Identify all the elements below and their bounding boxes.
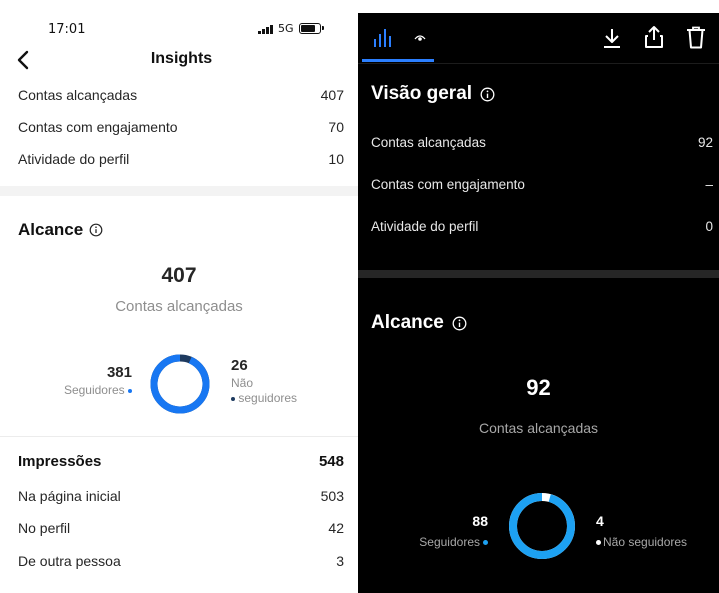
impressions-row-profile: No perfil 42 <box>18 520 344 536</box>
info-icon[interactable] <box>89 223 103 237</box>
divider <box>0 436 358 437</box>
signal-icon <box>258 24 273 34</box>
row-value: 3 <box>336 553 344 569</box>
section-divider <box>0 186 358 196</box>
row-value: 407 <box>320 87 344 103</box>
download-icon[interactable] <box>602 27 622 49</box>
row-value: 42 <box>328 520 344 536</box>
followers-label: Seguidores <box>398 535 488 549</box>
row-value: 92 <box>697 135 713 150</box>
info-icon[interactable] <box>452 316 467 331</box>
row-label: No perfil <box>18 520 71 536</box>
status-icons: 5G <box>258 22 324 35</box>
page-title: Insights <box>150 50 213 67</box>
top-toolbar <box>358 13 719 65</box>
non-followers-dot-icon <box>596 540 601 546</box>
reach-section-title: Alcance <box>371 312 467 334</box>
battery-icon <box>298 23 324 34</box>
nav-bar: Insights <box>0 44 358 76</box>
section-divider <box>358 270 719 278</box>
row-label: Na página inicial <box>18 488 121 504</box>
overview-row-reached[interactable]: Contas alcançadas 407 <box>18 87 344 103</box>
row-value: – <box>705 177 713 192</box>
share-icon[interactable] <box>644 25 664 49</box>
status-time: 17:01 <box>48 22 86 37</box>
info-icon[interactable] <box>480 87 495 102</box>
followers-dot-icon <box>483 540 488 546</box>
right-dark-insights-screen: Visão geral Contas alcançadas 92 Contas … <box>358 13 719 593</box>
row-label: Contas alcançadas <box>18 87 138 103</box>
row-value: 503 <box>320 488 344 504</box>
active-tab-indicator <box>362 59 434 62</box>
reach-title-text: Alcance <box>371 312 444 333</box>
overview-row-engaged[interactable]: Contas com engajamento – <box>371 177 713 192</box>
non-followers-label: Não seguidores <box>231 376 331 406</box>
overview-row-engaged[interactable]: Contas com engajamento 70 <box>18 119 344 135</box>
status-bar: 17:01 5G <box>0 0 358 40</box>
row-label: Atividade do perfil <box>18 151 130 167</box>
reach-total-label: Contas alcançadas <box>115 298 243 315</box>
non-followers-dot-icon <box>231 396 235 401</box>
donut-followers-arc <box>150 354 210 414</box>
overview-row-profile-activity[interactable]: Atividade do perfil 10 <box>18 151 344 167</box>
reach-section-title: Alcance <box>18 220 103 240</box>
network-label: 5G <box>278 22 294 35</box>
overview-title-text: Visão geral <box>371 83 473 104</box>
reach-title-text: Alcance <box>18 220 84 239</box>
donut-followers-arc <box>509 493 575 559</box>
followers-value: 88 <box>472 513 488 529</box>
overview-row-reached[interactable]: Contas alcançadas 92 <box>371 135 713 150</box>
left-light-insights-screen: 17:01 5G Insights Contas alcançadas 407 … <box>0 0 358 593</box>
followers-label-text: Seguidores <box>419 535 480 549</box>
followers-dot-icon <box>128 388 132 393</box>
row-label: De outra pessoa <box>18 553 121 569</box>
followers-label: Seguidores <box>30 383 132 397</box>
non-followers-label-text: Não seguidores <box>603 535 688 549</box>
row-value: 0 <box>705 219 713 234</box>
non-followers-value: 4 <box>596 513 604 529</box>
toolbar-divider <box>358 63 719 64</box>
non-followers-label-line1: Não <box>231 376 254 390</box>
non-followers-label-line2: seguidores <box>238 391 298 405</box>
impressions-header: Impressões 548 <box>18 453 344 470</box>
row-value: 70 <box>328 119 344 135</box>
reach-total: 407 <box>161 264 197 287</box>
row-value: 10 <box>328 151 344 167</box>
row-label: Contas alcançadas <box>371 135 486 150</box>
overview-row-profile-activity[interactable]: Atividade do perfil 0 <box>371 219 713 234</box>
insights-bars-icon[interactable] <box>372 27 394 49</box>
trash-icon[interactable] <box>686 26 706 49</box>
row-label: Contas com engajamento <box>371 177 525 192</box>
reach-total: 92 <box>526 375 551 400</box>
followers-value: 381 <box>106 364 132 381</box>
impressions-row-other: De outra pessoa 3 <box>18 553 344 569</box>
reach-total-label: Contas alcançadas <box>478 420 599 436</box>
reach-donut-chart <box>509 493 575 559</box>
impressions-row-home: Na página inicial 503 <box>18 488 344 504</box>
impressions-total: 548 <box>318 453 344 470</box>
row-label: Atividade do perfil <box>371 219 479 234</box>
eye-icon[interactable] <box>414 33 426 43</box>
overview-section-title: Visão geral <box>371 83 495 105</box>
impressions-title: Impressões <box>18 453 102 470</box>
non-followers-value: 26 <box>231 357 248 374</box>
non-followers-label: Não seguidores <box>596 535 687 549</box>
reach-donut-chart <box>150 354 210 414</box>
followers-label-text: Seguidores <box>63 383 125 397</box>
row-label: Contas com engajamento <box>18 119 178 135</box>
